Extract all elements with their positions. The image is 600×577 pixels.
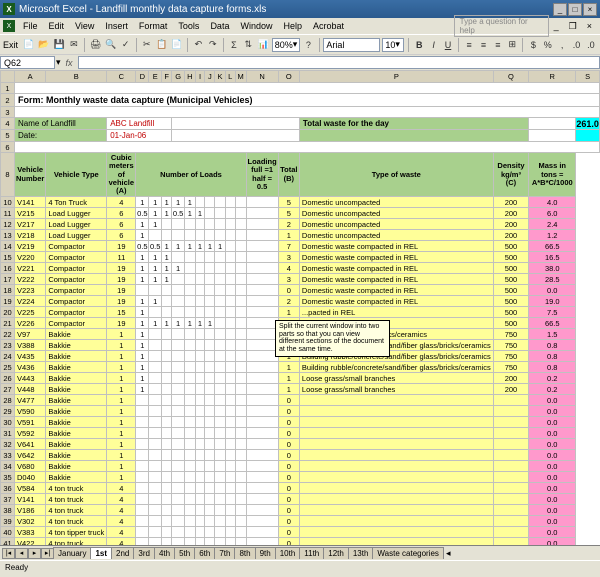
- help-icon[interactable]: ?: [302, 37, 314, 52]
- sheet-tab[interactable]: 13th: [348, 547, 374, 559]
- redo-icon[interactable]: ↷: [207, 37, 219, 52]
- sheet-tab[interactable]: 6th: [194, 547, 215, 559]
- menu-view[interactable]: View: [70, 20, 99, 32]
- comma-icon[interactable]: ,: [556, 37, 568, 52]
- align-center-icon[interactable]: ≡: [477, 37, 489, 52]
- percent-icon[interactable]: %: [542, 37, 554, 52]
- tab-prev-icon[interactable]: ◂: [15, 548, 28, 559]
- sheet-tab[interactable]: 4th: [154, 547, 175, 559]
- window-title: Microsoft Excel - Landfill monthly data …: [19, 4, 266, 15]
- sheet-tab[interactable]: 8th: [234, 547, 255, 559]
- formula-bar: Q62 ▾ fx: [0, 54, 600, 70]
- open-icon[interactable]: 📂: [37, 37, 50, 52]
- menu-edit[interactable]: Edit: [44, 20, 70, 32]
- standard-toolbar: Exit 📄 📂 💾 ✉ 🖨 🔍 ✓ ✂ 📋 📄 ↶ ↷ Σ ⇅ 📊 80% ▾…: [0, 34, 600, 54]
- bold-icon[interactable]: B: [413, 37, 425, 52]
- undo-icon[interactable]: ↶: [192, 37, 204, 52]
- doc-restore[interactable]: ❐: [564, 20, 582, 33]
- menu-file[interactable]: File: [18, 20, 43, 32]
- sheet-tab[interactable]: 9th: [255, 547, 276, 559]
- sheet-tab[interactable]: 3rd: [133, 547, 155, 559]
- fx-icon[interactable]: fx: [66, 58, 73, 68]
- inc-dec-icon[interactable]: .0: [570, 37, 582, 52]
- new-icon[interactable]: 📄: [22, 37, 35, 52]
- cut-icon[interactable]: ✂: [141, 37, 153, 52]
- font-combo[interactable]: Arial: [323, 38, 380, 52]
- doc-icon: X: [3, 20, 15, 32]
- align-left-icon[interactable]: ≡: [463, 37, 475, 52]
- sheet-tab[interactable]: 11th: [299, 547, 324, 559]
- sheet-tab[interactable]: January: [53, 547, 91, 559]
- tab-first-icon[interactable]: |◂: [2, 548, 15, 559]
- help-search[interactable]: Type a question for help: [454, 15, 549, 37]
- mail-icon[interactable]: ✉: [68, 37, 80, 52]
- copy-icon[interactable]: 📋: [155, 37, 168, 52]
- excel-icon: X: [3, 3, 15, 15]
- name-box[interactable]: Q62: [0, 56, 55, 69]
- merge-icon[interactable]: ⊞: [506, 37, 518, 52]
- dropdown-icon[interactable]: ▾: [56, 57, 61, 68]
- spell-icon[interactable]: ✓: [119, 37, 131, 52]
- doc-close[interactable]: ×: [584, 21, 595, 31]
- menu-help[interactable]: Help: [278, 20, 307, 32]
- worksheet[interactable]: ABCDEFGHIJKLMNOPQRS12Form: Monthly waste…: [0, 70, 600, 545]
- print-icon[interactable]: 🖨: [89, 37, 102, 52]
- sheet-tab[interactable]: 2nd: [111, 547, 134, 559]
- italic-icon[interactable]: I: [427, 37, 439, 52]
- sheet-tabs: |◂ ◂ ▸ ▸| January1st2nd3rd4th5th6th7th8t…: [0, 545, 600, 560]
- dec-dec-icon[interactable]: .0: [585, 37, 597, 52]
- menu-format[interactable]: Format: [134, 20, 173, 32]
- underline-icon[interactable]: U: [442, 37, 454, 52]
- status-text: Ready: [5, 563, 28, 572]
- sheet-tab[interactable]: Waste categories: [372, 547, 444, 559]
- formula-input[interactable]: [78, 56, 600, 69]
- doc-minimize[interactable]: _: [551, 21, 562, 31]
- split-tooltip: Split the current window into two parts …: [275, 320, 390, 357]
- menu-bar: X File Edit View Insert Format Tools Dat…: [0, 18, 600, 34]
- fontsize-combo[interactable]: 10 ▾: [382, 38, 404, 52]
- sheet-tab[interactable]: 12th: [323, 547, 349, 559]
- sheet-tab[interactable]: 10th: [275, 547, 301, 559]
- sheet-tab[interactable]: 5th: [174, 547, 195, 559]
- save-icon[interactable]: 💾: [52, 37, 65, 52]
- sheet-tab[interactable]: 1st: [90, 547, 112, 559]
- menu-tools[interactable]: Tools: [173, 20, 204, 32]
- menu-insert[interactable]: Insert: [100, 20, 133, 32]
- menu-data[interactable]: Data: [205, 20, 234, 32]
- currency-icon[interactable]: $: [527, 37, 539, 52]
- status-bar: Ready: [0, 560, 600, 574]
- tab-next-icon[interactable]: ▸: [28, 548, 41, 559]
- chart-icon[interactable]: 📊: [256, 37, 269, 52]
- menu-window[interactable]: Window: [235, 20, 277, 32]
- menu-acrobat[interactable]: Acrobat: [308, 20, 349, 32]
- zoom-combo[interactable]: 80% ▾: [272, 38, 301, 52]
- sort-icon[interactable]: ⇅: [242, 37, 254, 52]
- sum-icon[interactable]: Σ: [228, 37, 240, 52]
- paste-icon[interactable]: 📄: [170, 37, 183, 52]
- align-right-icon[interactable]: ≡: [492, 37, 504, 52]
- preview-icon[interactable]: 🔍: [104, 37, 117, 52]
- sheet-tab[interactable]: 7th: [214, 547, 235, 559]
- tab-scroll-icon[interactable]: ◂: [446, 548, 451, 559]
- exit-label[interactable]: Exit: [3, 40, 18, 50]
